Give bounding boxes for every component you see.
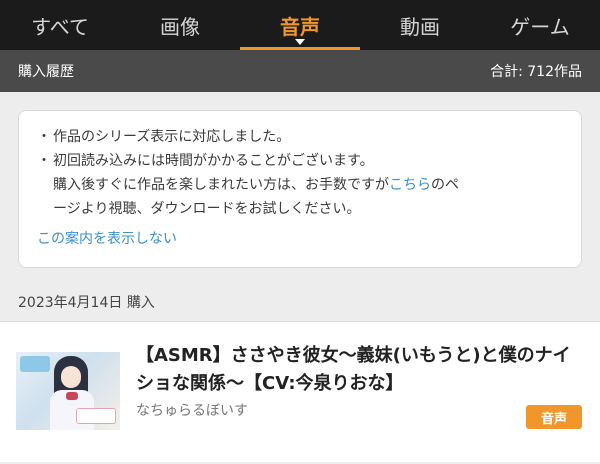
here-link[interactable]: こちら <box>389 177 431 193</box>
tab-games[interactable]: ゲーム <box>480 0 600 50</box>
name-tag-shape <box>76 408 116 424</box>
notice-item: ・ 初回読み込みには時間がかかることがございます。 <box>37 149 563 173</box>
title-logo-shape <box>20 356 50 372</box>
notice-container: ・ 作品のシリーズ表示に対応しました。 ・ 初回読み込みには時間がかかることがご… <box>0 92 600 284</box>
tab-video[interactable]: 動画 <box>360 0 480 50</box>
hide-notice-link[interactable]: この案内を表示しない <box>37 227 563 251</box>
tab-label: ゲーム <box>510 14 570 39</box>
purchase-date: 2023年4月14日 <box>18 295 123 311</box>
caret-down-icon <box>295 39 305 45</box>
notice-text-continued: ージより視聴、ダウンロードをお試しください。 <box>37 197 563 221</box>
work-title[interactable]: 【ASMR】ささやき彼女〜義妹(いもうと)と僕のナイショな関係〜【CV:今泉りお… <box>136 342 586 398</box>
list-item[interactable]: 【ASMR】ささやき彼女〜義妹(いもうと)と僕のナイショな関係〜【CV:今泉りお… <box>0 321 600 462</box>
total-count: 合計: 712作品 <box>490 64 582 80</box>
tab-label: 画像 <box>160 14 200 39</box>
purchase-date-row: 2023年4月14日 購入 <box>0 284 600 321</box>
notice-text: のペ <box>431 177 459 193</box>
illustration-face <box>61 366 81 388</box>
tab-images[interactable]: 画像 <box>120 0 240 50</box>
notice-text-continued: 購入後すぐに作品を楽しまれたい方は、お手数ですがこちらのペ <box>37 173 563 197</box>
bullet-icon: ・ <box>37 129 51 145</box>
tab-label: 動画 <box>400 14 440 39</box>
notice-text: 初回読み込みには時間がかかることがございます。 <box>53 153 374 169</box>
circle-name[interactable]: なちゅらるぼいす <box>136 400 248 420</box>
work-thumbnail[interactable] <box>16 352 120 430</box>
notice-text: ージより視聴、ダウンロードをお試しください。 <box>53 201 361 217</box>
illustration-bow <box>66 392 78 400</box>
bullet-icon: ・ <box>37 153 51 169</box>
purchase-label: 購入 <box>126 295 155 311</box>
purchase-history-header: 購入履歴 合計: 712作品 <box>0 50 600 92</box>
tab-label: 音声 <box>280 14 320 39</box>
notice-item: ・ 作品のシリーズ表示に対応しました。 <box>37 125 563 149</box>
notice-text: 購入後すぐに作品を楽しまれたい方は、お手数ですが <box>53 177 389 193</box>
notice-box: ・ 作品のシリーズ表示に対応しました。 ・ 初回読み込みには時間がかかることがご… <box>18 110 582 268</box>
category-tabs: すべて 画像 音声 動画 ゲーム <box>0 0 600 50</box>
tab-label: すべて <box>31 14 89 39</box>
tab-all[interactable]: すべて <box>0 0 120 50</box>
category-badge: 音声 <box>526 405 582 429</box>
page-title: 購入履歴 <box>18 64 74 80</box>
tab-audio[interactable]: 音声 <box>240 0 360 50</box>
notice-text: 作品のシリーズ表示に対応しました。 <box>53 129 291 145</box>
